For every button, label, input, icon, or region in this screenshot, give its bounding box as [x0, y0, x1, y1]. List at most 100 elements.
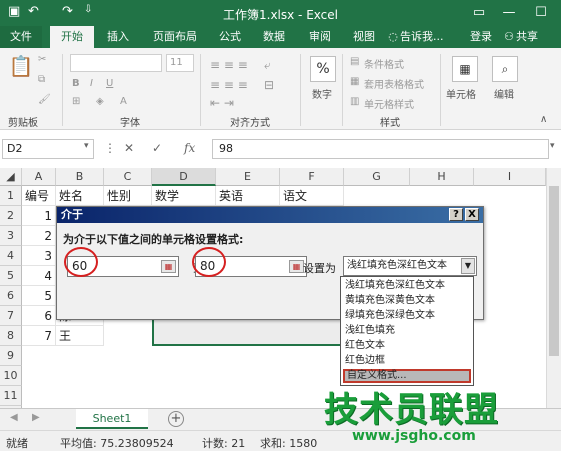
list-item[interactable]: 绿填充色深绿色文本 — [343, 309, 471, 323]
minimize-icon[interactable]: — — [494, 3, 524, 23]
cut-icon[interactable]: ✂ — [38, 54, 46, 65]
row-header[interactable]: 3 — [0, 226, 22, 246]
sign-in-link[interactable]: 登录 — [464, 26, 498, 48]
dialog-title[interactable]: 介于 — [57, 207, 483, 223]
col-header-i[interactable]: I — [474, 168, 546, 186]
merge-cells-icon[interactable]: ⊟ — [264, 78, 274, 92]
conditional-format-button[interactable]: 条件格式 — [364, 56, 404, 71]
format-painter-icon[interactable]: 🖌 — [38, 94, 51, 105]
fill-color-icon[interactable]: ◈ — [96, 96, 104, 107]
ribbon-display-icon[interactable]: ▭ — [464, 3, 494, 23]
maximize-icon[interactable]: ☐ — [526, 3, 556, 23]
table-cell[interactable]: 王 — [56, 326, 104, 346]
font-size-select[interactable]: 11 — [166, 54, 194, 72]
tell-me-search[interactable]: 告诉我... — [400, 26, 460, 48]
table-cell[interactable]: 6 — [22, 306, 56, 326]
table-cell[interactable]: 1 — [22, 206, 56, 226]
range-picker-icon[interactable]: ▦ — [161, 260, 176, 273]
help-button[interactable]: ? — [449, 208, 463, 221]
table-header-cell[interactable]: 语文 — [280, 186, 344, 206]
tab-home[interactable]: 开始 — [50, 26, 94, 48]
borders-icon[interactable]: ⊞ — [72, 96, 80, 107]
tab-formulas[interactable]: 公式 — [210, 26, 250, 48]
row-header[interactable]: 11 — [0, 386, 22, 406]
list-item[interactable]: 浅红填充色深红色文本 — [343, 279, 471, 293]
row-header[interactable]: 7 — [0, 306, 22, 326]
editing-button[interactable]: 编辑 — [494, 86, 514, 101]
row-header[interactable]: 4 — [0, 246, 22, 266]
font-color-icon[interactable]: A — [120, 96, 127, 107]
table-cell[interactable]: 2 — [22, 226, 56, 246]
col-header-h[interactable]: H — [410, 168, 474, 186]
tab-view[interactable]: 视图 — [344, 26, 384, 48]
add-sheet-icon[interactable]: + — [168, 411, 184, 427]
tab-data[interactable]: 数据 — [254, 26, 294, 48]
row-header[interactable]: 10 — [0, 366, 22, 386]
scrollbar-thumb[interactable] — [549, 186, 559, 356]
sheet-tab[interactable]: Sheet1 — [76, 409, 148, 429]
format-select[interactable]: 浅红填充色深红色文本 ▼ — [343, 256, 477, 276]
col-header-d[interactable]: D — [152, 168, 216, 186]
enter-icon[interactable]: ✓ — [152, 141, 162, 155]
col-header-b[interactable]: B — [56, 168, 104, 186]
name-box[interactable]: D2 — [2, 139, 94, 159]
indent-icon[interactable]: ⇤ ⇥ — [210, 96, 234, 110]
close-button[interactable]: X — [465, 208, 479, 221]
paste-icon[interactable]: 📋 — [8, 54, 34, 80]
expand-formula-icon[interactable]: ▾ — [550, 141, 555, 151]
col-header-g[interactable]: G — [344, 168, 410, 186]
vertical-scrollbar[interactable] — [546, 168, 561, 408]
tab-page-layout[interactable]: 页面布局 — [144, 26, 206, 48]
copy-icon[interactable]: ⧉ — [38, 74, 45, 85]
number-format-button[interactable]: 数字 — [312, 86, 332, 101]
list-item[interactable]: 浅红色填充 — [343, 324, 471, 338]
top-align-icon[interactable]: ≡ ≡ ≡ — [210, 58, 248, 72]
table-cell[interactable]: 7 — [22, 326, 56, 346]
row-header[interactable]: 5 — [0, 266, 22, 286]
table-cell[interactable]: 5 — [22, 286, 56, 306]
cancel-icon[interactable]: ✕ — [124, 141, 134, 155]
name-box-dropdown-icon[interactable]: ▾ — [84, 141, 89, 151]
italic-icon[interactable]: I — [90, 78, 93, 89]
cells-button[interactable]: 单元格 — [446, 86, 476, 101]
row-header[interactable]: 8 — [0, 326, 22, 346]
format-as-table-button[interactable]: 套用表格格式 — [364, 76, 424, 91]
tab-review[interactable]: 审阅 — [300, 26, 340, 48]
horizontal-align-icon[interactable]: ≡ ≡ ≡ — [210, 78, 248, 92]
table-cell[interactable]: 4 — [22, 266, 56, 286]
list-item[interactable]: 红色文本 — [343, 339, 471, 353]
table-header-cell[interactable]: 性别 — [104, 186, 152, 206]
cell-styles-button[interactable]: 单元格样式 — [364, 96, 414, 111]
col-header-e[interactable]: E — [216, 168, 280, 186]
collapse-ribbon-icon[interactable]: ∧ — [540, 114, 547, 125]
underline-icon[interactable]: U — [106, 78, 113, 89]
tab-insert[interactable]: 插入 — [98, 26, 138, 48]
bold-icon[interactable]: B — [72, 78, 80, 89]
row-header[interactable]: 1 — [0, 186, 22, 206]
row-header[interactable]: 6 — [0, 286, 22, 306]
list-item[interactable]: 红色边框 — [343, 354, 471, 368]
range-picker-icon[interactable]: ▦ — [289, 260, 304, 273]
formula-input[interactable]: 98 — [212, 139, 549, 159]
row-header[interactable]: 2 — [0, 206, 22, 226]
select-all-corner[interactable]: ◢ — [0, 168, 22, 186]
share-button[interactable]: 共享 — [516, 26, 556, 48]
prev-sheet-icon[interactable]: ◀ — [10, 412, 18, 423]
table-header-cell[interactable]: 编号 — [22, 186, 56, 206]
list-item[interactable]: 黄填充色深黄色文本 — [343, 294, 471, 308]
percent-icon[interactable]: % — [310, 56, 336, 82]
col-header-f[interactable]: F — [280, 168, 344, 186]
tab-file[interactable]: 文件 — [0, 26, 42, 48]
col-header-a[interactable]: A — [22, 168, 56, 186]
col-header-c[interactable]: C — [104, 168, 152, 186]
row-header[interactable]: 9 — [0, 346, 22, 366]
wrap-text-icon[interactable]: ⤶ — [264, 58, 271, 73]
table-cell[interactable]: 3 — [22, 246, 56, 266]
table-header-cell[interactable]: 姓名 — [56, 186, 104, 206]
font-name-select[interactable] — [70, 54, 162, 72]
chevron-down-icon[interactable]: ▼ — [461, 258, 475, 274]
insert-function-icon[interactable]: fx — [184, 141, 195, 155]
next-sheet-icon[interactable]: ▶ — [32, 412, 40, 423]
table-header-cell[interactable]: 英语 — [216, 186, 280, 206]
table-header-cell[interactable]: 数学 — [152, 186, 216, 206]
